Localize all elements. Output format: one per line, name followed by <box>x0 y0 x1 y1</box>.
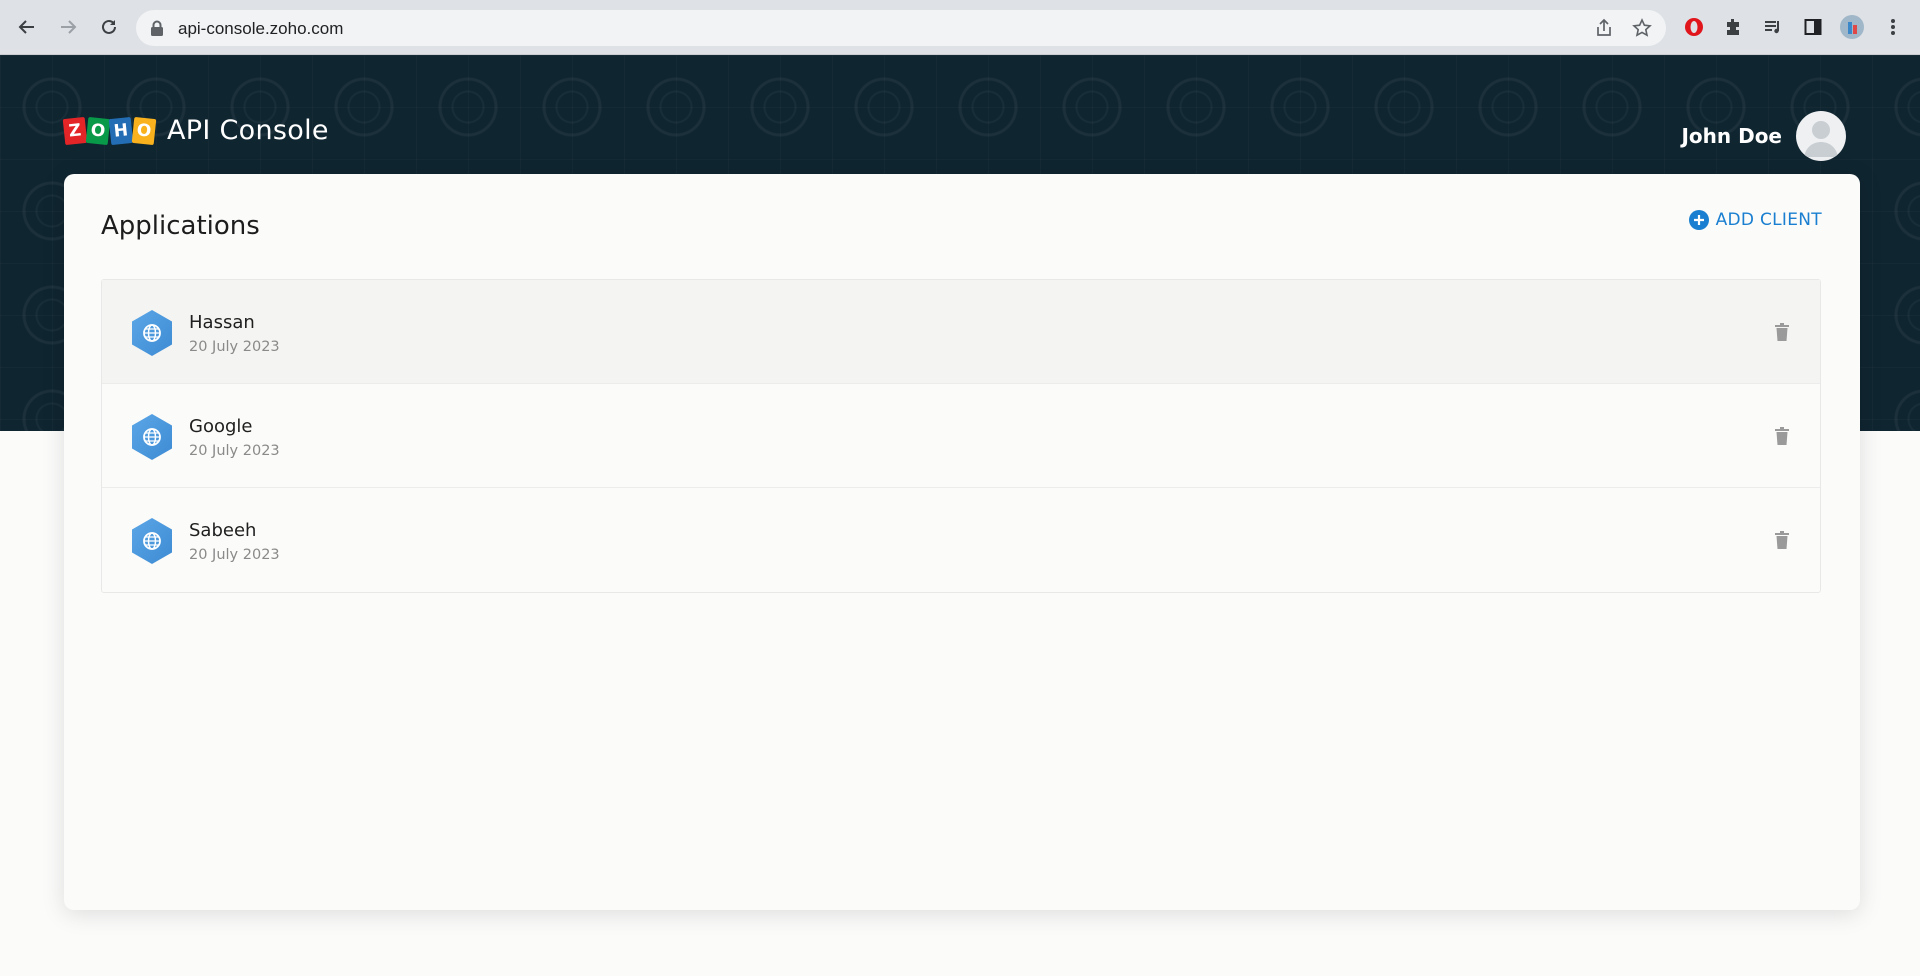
user-menu[interactable]: John Doe <box>1681 111 1846 161</box>
lock-icon <box>151 20 163 36</box>
forward-button[interactable] <box>53 12 83 42</box>
logo-letter: H <box>108 116 134 145</box>
side-panel-icon[interactable] <box>1800 14 1826 40</box>
add-client-label: ADD CLIENT <box>1715 210 1822 230</box>
application-date: 20 July 2023 <box>189 443 280 459</box>
logo-letter: O <box>85 116 111 145</box>
applications-list: Hassan 20 July 2023 Google 20 July 2023 <box>101 279 1821 593</box>
zoho-logo-mark: Z O H O <box>62 116 157 145</box>
application-name[interactable]: Google <box>189 416 252 437</box>
plus-circle-icon <box>1688 210 1709 230</box>
logo-letter: Z <box>62 116 88 145</box>
trash-icon[interactable] <box>1774 427 1790 445</box>
reload-icon <box>102 19 116 34</box>
application-date: 20 July 2023 <box>189 339 280 355</box>
list-item[interactable]: Sabeeh 20 July 2023 <box>102 488 1820 592</box>
zoho-logo[interactable]: Z O H O API Console <box>62 115 329 146</box>
trash-icon[interactable] <box>1774 531 1790 549</box>
back-button[interactable] <box>12 12 42 42</box>
application-name[interactable]: Hassan <box>189 312 255 333</box>
extensions-puzzle-icon[interactable] <box>1720 14 1746 40</box>
user-avatar[interactable] <box>1796 111 1846 161</box>
user-avatar-icon <box>1804 121 1838 157</box>
list-item[interactable]: Google 20 July 2023 <box>102 384 1820 488</box>
applications-card: Applications ADD CLIENT Hassan 20 July 2… <box>64 174 1860 910</box>
globe-hexagon-icon <box>132 518 172 564</box>
bookmark-star-icon[interactable] <box>1632 18 1652 38</box>
trash-icon[interactable] <box>1774 323 1790 341</box>
reload-button[interactable] <box>94 12 124 42</box>
browser-toolbar: api-console.zoho.com <box>0 0 1920 55</box>
user-name: John Doe <box>1681 124 1782 148</box>
browser-menu-icon[interactable] <box>1880 14 1906 40</box>
application-name[interactable]: Sabeeh <box>189 520 256 541</box>
forward-arrow-icon <box>61 20 77 34</box>
list-item[interactable]: Hassan 20 July 2023 <box>102 280 1820 384</box>
share-icon[interactable] <box>1594 18 1614 38</box>
application-date: 20 July 2023 <box>189 547 280 563</box>
logo-letter: O <box>131 116 157 145</box>
add-client-button[interactable]: ADD CLIENT <box>1688 210 1822 230</box>
back-arrow-icon <box>18 20 34 34</box>
app-title: API Console <box>167 115 329 146</box>
page-title: Applications <box>101 211 260 241</box>
address-bar[interactable]: api-console.zoho.com <box>136 10 1666 46</box>
opera-extension-icon[interactable] <box>1681 14 1707 40</box>
media-playlist-icon[interactable] <box>1760 14 1786 40</box>
globe-hexagon-icon <box>132 414 172 460</box>
url-text: api-console.zoho.com <box>178 19 344 38</box>
profile-avatar-icon[interactable] <box>1839 14 1865 40</box>
globe-hexagon-icon <box>132 310 172 356</box>
